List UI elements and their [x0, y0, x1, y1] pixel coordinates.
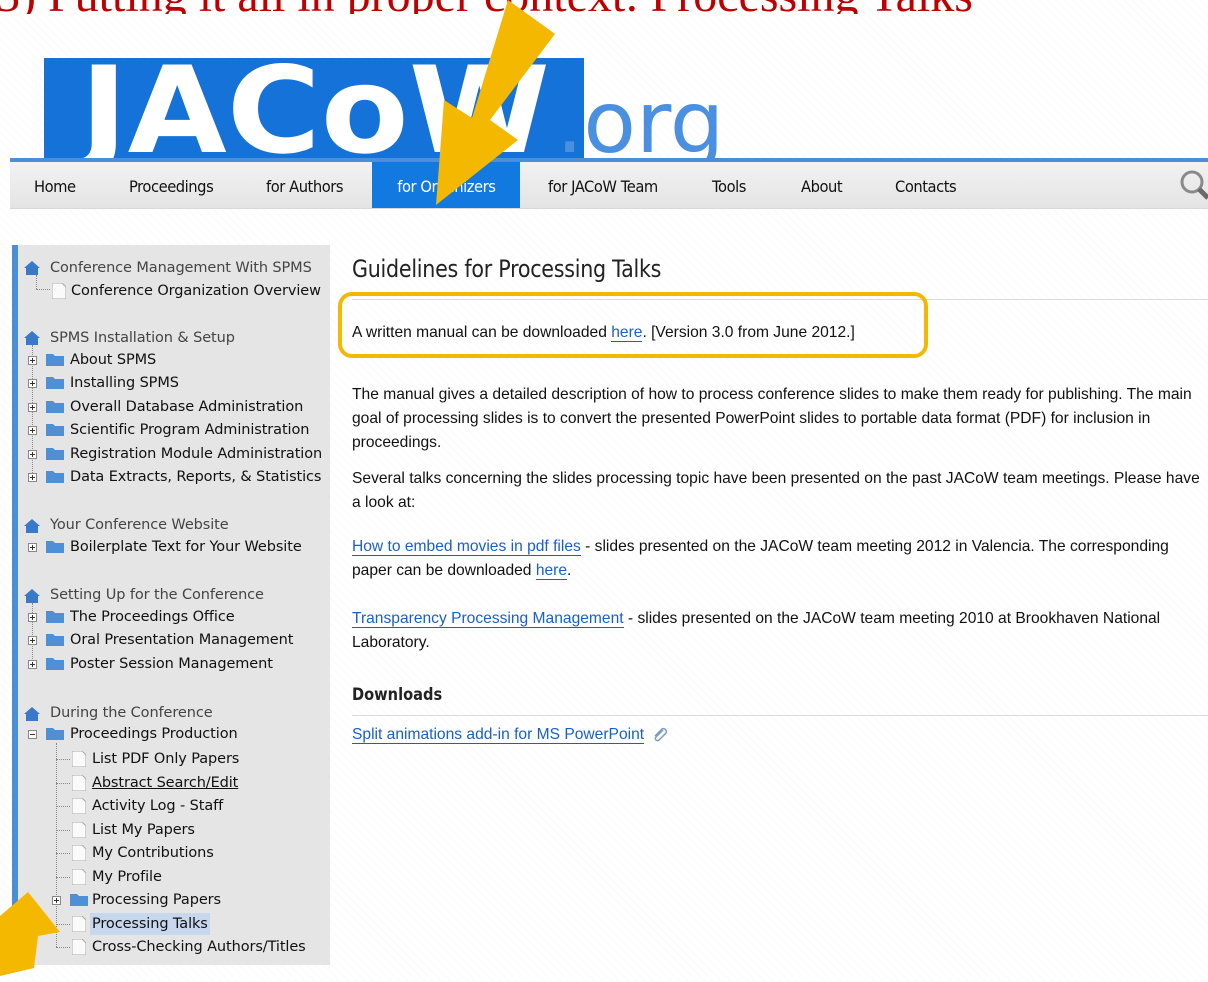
- folder-icon: [46, 448, 64, 460]
- expand-icon[interactable]: [28, 356, 37, 365]
- sidebar-item-data-extracts-reports-statistics[interactable]: Data Extracts, Reports, & Statistics: [70, 466, 321, 488]
- expand-icon[interactable]: [28, 636, 37, 645]
- page-icon: [72, 939, 86, 955]
- sidebar-item-oral-presentation-management[interactable]: Oral Presentation Management: [70, 629, 293, 651]
- sidebar-item-proceedings-office[interactable]: The Proceedings Office: [70, 606, 235, 628]
- folder-icon: [46, 354, 64, 366]
- sidebar-item-boilerplate-text[interactable]: Boilerplate Text for Your Website: [70, 536, 302, 558]
- nav-about[interactable]: About: [801, 162, 843, 208]
- downloads-list: Split animations add-in for MS PowerPoin…: [352, 723, 1208, 747]
- sidebar-item-processing-talks[interactable]: Processing Talks: [90, 913, 210, 935]
- collapse-icon[interactable]: [28, 730, 37, 739]
- home-icon: [24, 707, 40, 721]
- search-icon[interactable]: [1178, 168, 1208, 204]
- page-icon: [72, 845, 86, 861]
- page-icon: [72, 751, 86, 767]
- expand-icon[interactable]: [28, 403, 37, 412]
- talk-2-paragraph: Transparency Processing Management - sli…: [352, 607, 1208, 655]
- expand-icon[interactable]: [28, 613, 37, 622]
- folder-icon: [70, 894, 88, 906]
- sidebar-item-processing-papers[interactable]: Processing Papers: [92, 889, 221, 911]
- expand-icon[interactable]: [28, 426, 37, 435]
- sidebar-item-abstract-search-edit[interactable]: Abstract Search/Edit: [92, 772, 238, 794]
- page-icon: [72, 916, 86, 932]
- folder-icon: [46, 541, 64, 553]
- section-your-conference-website[interactable]: Your Conference Website: [50, 514, 229, 536]
- nav-proceedings[interactable]: Proceedings: [129, 162, 214, 208]
- page-icon: [72, 798, 86, 814]
- home-icon: [24, 519, 40, 533]
- talks-intro-paragraph: Several talks concerning the slides proc…: [352, 470, 1200, 511]
- downloads-divider: [352, 715, 1208, 716]
- sidebar-item-list-pdf-only-papers[interactable]: List PDF Only Papers: [92, 748, 239, 770]
- main-nav: Home Proceedings for Authors for Organiz…: [10, 162, 1208, 209]
- section-during-conference[interactable]: During the Conference: [50, 702, 213, 724]
- home-icon: [24, 261, 40, 275]
- nav-tools[interactable]: Tools: [712, 162, 746, 208]
- expand-icon[interactable]: [28, 660, 37, 669]
- home-icon: [24, 589, 40, 603]
- sidebar-item-activity-log-staff[interactable]: Activity Log - Staff: [92, 795, 223, 817]
- folder-icon: [46, 634, 64, 646]
- talk-1-end: .: [567, 562, 572, 579]
- talk-1-link[interactable]: How to embed movies in pdf files: [352, 538, 581, 556]
- sidebar-item-installing-spms[interactable]: Installing SPMS: [70, 372, 179, 394]
- nav-contacts[interactable]: Contacts: [895, 162, 957, 208]
- folder-icon: [46, 424, 64, 436]
- folder-icon: [46, 377, 64, 389]
- page-icon: [52, 283, 66, 299]
- sidebar-item-cross-checking[interactable]: Cross-Checking Authors/Titles: [92, 936, 306, 958]
- folder-icon: [46, 401, 64, 413]
- nav-home[interactable]: Home: [34, 162, 76, 208]
- split-animations-download-link[interactable]: Split animations add-in for MS PowerPoin…: [352, 726, 645, 744]
- nav-for-authors[interactable]: for Authors: [266, 162, 344, 208]
- sidebar-item-scientific-program-administration[interactable]: Scientific Program Administration: [70, 419, 309, 441]
- jacow-logo[interactable]: JACoW .org: [44, 40, 744, 158]
- sidebar-item-registration-module-administration[interactable]: Registration Module Administration: [70, 443, 322, 465]
- sidebar-item-conference-organization-overview[interactable]: Conference Organization Overview: [71, 280, 321, 302]
- sidebar-tree: Conference Management With SPMS Conferen…: [20, 245, 350, 965]
- talk-2-link[interactable]: Transparency Processing Management: [352, 610, 624, 628]
- home-icon: [24, 331, 40, 345]
- section-setting-up-conference[interactable]: Setting Up for the Conference: [50, 584, 264, 606]
- sidebar-item-my-contributions[interactable]: My Contributions: [92, 842, 214, 864]
- page-title: Guidelines for Processing Talks: [352, 255, 662, 283]
- arrow-annotation-icon: [436, 0, 555, 205]
- paperclip-icon: [654, 727, 668, 742]
- folder-icon: [46, 611, 64, 623]
- section-conference-management[interactable]: Conference Management With SPMS: [50, 257, 312, 279]
- folder-icon: [46, 658, 64, 670]
- sidebar-item-list-my-papers[interactable]: List My Papers: [92, 819, 195, 841]
- sidebar-item-poster-session-management[interactable]: Poster Session Management: [70, 653, 273, 675]
- description-paragraph: The manual gives a detailed description …: [352, 386, 1192, 451]
- talk-1-paragraph: How to embed movies in pdf files - slide…: [352, 535, 1208, 583]
- expand-icon[interactable]: [28, 450, 37, 459]
- sidebar-item-about-spms[interactable]: About SPMS: [70, 349, 156, 371]
- arrow-annotation-icon: [0, 892, 60, 976]
- expand-icon[interactable]: [28, 473, 37, 482]
- sidebar-item-my-profile[interactable]: My Profile: [92, 866, 162, 888]
- folder-icon: [46, 471, 64, 483]
- sidebar-item-overall-database-administration[interactable]: Overall Database Administration: [70, 396, 303, 418]
- talk-1-paper-link[interactable]: here: [535, 562, 568, 580]
- expand-icon[interactable]: [28, 543, 37, 552]
- expand-icon[interactable]: [28, 379, 37, 388]
- folder-icon: [46, 728, 64, 740]
- page-icon: [72, 822, 86, 838]
- downloads-heading: Downloads: [352, 685, 443, 705]
- highlight-annotation: [338, 292, 928, 358]
- page-icon: [72, 775, 86, 791]
- section-spms-installation[interactable]: SPMS Installation & Setup: [50, 327, 235, 349]
- page-icon: [72, 869, 86, 885]
- sidebar-item-proceedings-production[interactable]: Proceedings Production: [70, 723, 238, 745]
